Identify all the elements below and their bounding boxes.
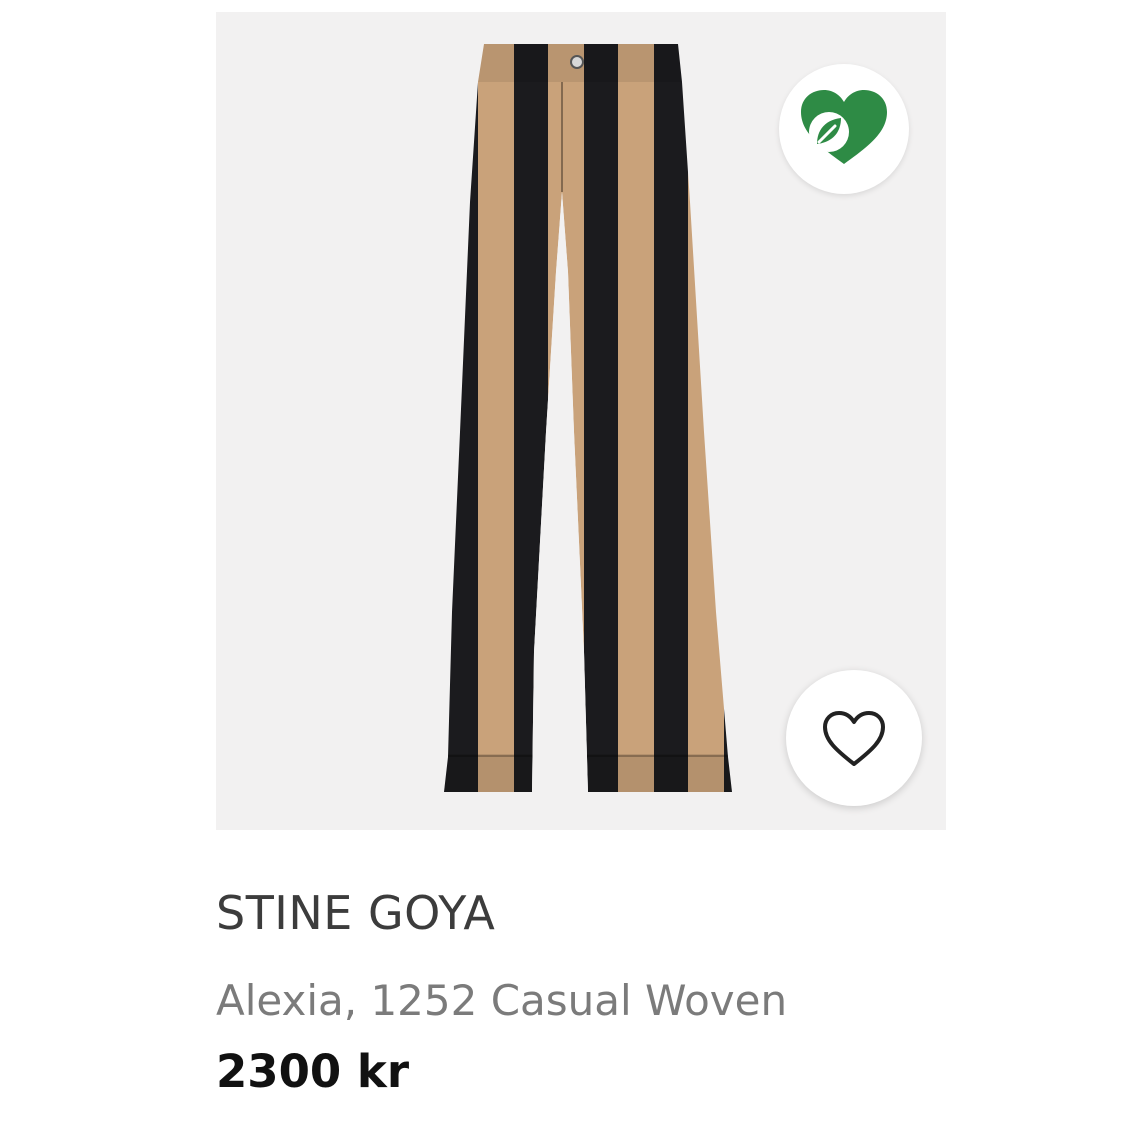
heart-outline-icon [823, 711, 885, 766]
product-image-area[interactable] [216, 12, 946, 830]
product-card[interactable]: STINE GOYA Alexia, 1252 Casual Woven 230… [0, 0, 1125, 1125]
product-name[interactable]: Alexia, 1252 Casual Woven [216, 976, 787, 1025]
product-brand[interactable]: STINE GOYA [216, 886, 495, 940]
eco-heart-leaf-icon [801, 90, 887, 164]
favorite-button[interactable] [786, 670, 922, 806]
product-price: 2300 kr [216, 1045, 410, 1098]
eco-badge [779, 64, 909, 194]
